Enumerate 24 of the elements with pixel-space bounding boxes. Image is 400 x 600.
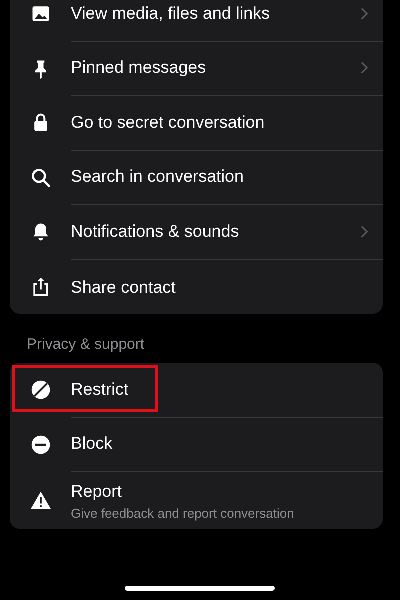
- warning-icon: [30, 490, 52, 512]
- item-subtitle: Give feedback and report conversation: [71, 506, 296, 521]
- search-icon: [30, 166, 52, 189]
- menu-item[interactable]: Go to secret conversation: [10, 96, 383, 150]
- item-label: Pinned messages: [71, 58, 208, 78]
- section-heading: Privacy & support: [26, 335, 146, 355]
- block-icon: [30, 434, 52, 456]
- slashed-circle-icon: [30, 379, 52, 402]
- item-label: Search in conversation: [71, 167, 245, 188]
- item-label: Restrict: [71, 380, 130, 400]
- item-label: Share contact: [71, 278, 177, 298]
- menu-item[interactable]: Restrict: [10, 363, 383, 418]
- menu-item[interactable]: Pinned messages: [10, 42, 383, 96]
- item-label: View media, files and links: [71, 4, 272, 24]
- menu-item[interactable]: Share contact: [10, 260, 383, 314]
- item-label: Block: [71, 434, 114, 454]
- menu-item[interactable]: Report Give feedback and report conversation: [10, 472, 383, 529]
- menu-item[interactable]: View media, files and links: [10, 0, 383, 42]
- item-label: Go to secret conversation: [71, 112, 266, 133]
- menu-item[interactable]: Search in conversation: [10, 150, 383, 205]
- item-label: Notifications & sounds: [71, 222, 240, 242]
- item-label: Report: [71, 482, 124, 502]
- menu-item[interactable]: Block: [10, 418, 383, 472]
- menu-item[interactable]: Notifications & sounds: [10, 205, 383, 260]
